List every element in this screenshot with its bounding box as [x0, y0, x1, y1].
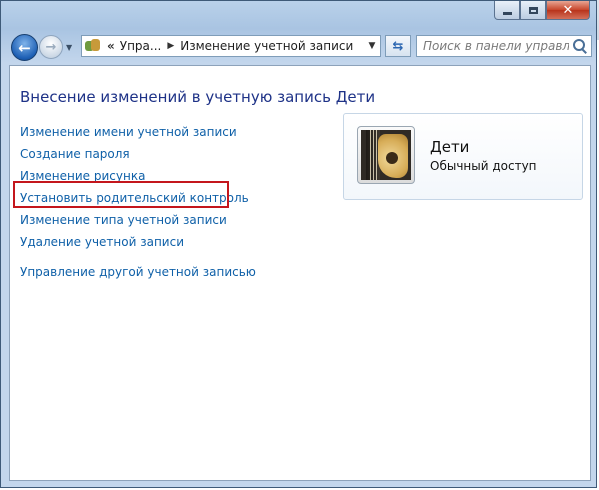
change-account-type-link[interactable]: Изменение типа учетной записи — [20, 209, 256, 231]
breadcrumb-parent[interactable]: Упра... — [120, 39, 162, 53]
close-button[interactable]: ✕ — [546, 1, 590, 20]
forward-arrow-icon: → — [45, 39, 57, 55]
minimize-icon — [502, 11, 512, 15]
navigation-bar: ← → ▼ « Упра... ▶ Изменение учетной запи… — [1, 29, 596, 65]
manage-another-account-link[interactable]: Управление другой учетной записью — [20, 261, 256, 283]
chevron-down-icon: ▼ — [66, 43, 73, 52]
content-pane: Внесение изменений в учетную запись Дети… — [9, 65, 591, 481]
task-links: Изменение имени учетной записи Создание … — [20, 121, 256, 283]
address-dropdown-icon[interactable]: ▼ — [364, 36, 380, 56]
address-bar[interactable]: « Упра... ▶ Изменение учетной записи ▼ — [81, 35, 381, 57]
guitar-picture-icon — [361, 130, 411, 180]
delete-account-link[interactable]: Удаление учетной записи — [20, 231, 256, 253]
maximize-icon — [528, 6, 538, 14]
minimize-button[interactable] — [494, 1, 520, 20]
search-input[interactable] — [417, 39, 569, 53]
refresh-icon: ⇆ — [392, 38, 404, 54]
back-button[interactable]: ← — [11, 34, 38, 61]
breadcrumb-current[interactable]: Изменение учетной записи — [180, 39, 353, 53]
maximize-button[interactable] — [520, 1, 546, 20]
forward-button[interactable]: → — [39, 35, 63, 59]
recent-pages-dropdown[interactable]: ▼ — [66, 43, 72, 52]
user-accounts-icon — [85, 39, 101, 53]
refresh-button[interactable]: ⇆ — [385, 35, 411, 57]
parental-controls-link[interactable]: Установить родительский контроль — [20, 187, 256, 209]
control-panel-window: ✕ ← → ▼ « Упра... ▶ Изменение учетной за… — [0, 0, 597, 488]
close-icon: ✕ — [562, 2, 574, 18]
search-box[interactable] — [416, 35, 592, 57]
search-icon[interactable] — [569, 36, 591, 56]
caption-buttons: ✕ — [494, 1, 590, 20]
change-name-link[interactable]: Изменение имени учетной записи — [20, 121, 256, 143]
account-name: Дети — [430, 138, 470, 156]
account-card: Дети Обычный доступ — [343, 113, 583, 200]
breadcrumb-overflow-icon[interactable]: « — [107, 39, 115, 53]
page-title: Внесение изменений в учетную запись Дети — [20, 88, 376, 106]
change-picture-link[interactable]: Изменение рисунка — [20, 165, 256, 187]
title-bar: ✕ — [1, 1, 596, 29]
create-password-link[interactable]: Создание пароля — [20, 143, 256, 165]
breadcrumb-separator-icon[interactable]: ▶ — [167, 41, 174, 51]
account-type: Обычный доступ — [430, 159, 537, 173]
avatar — [357, 126, 415, 184]
back-arrow-icon: ← — [18, 38, 31, 57]
